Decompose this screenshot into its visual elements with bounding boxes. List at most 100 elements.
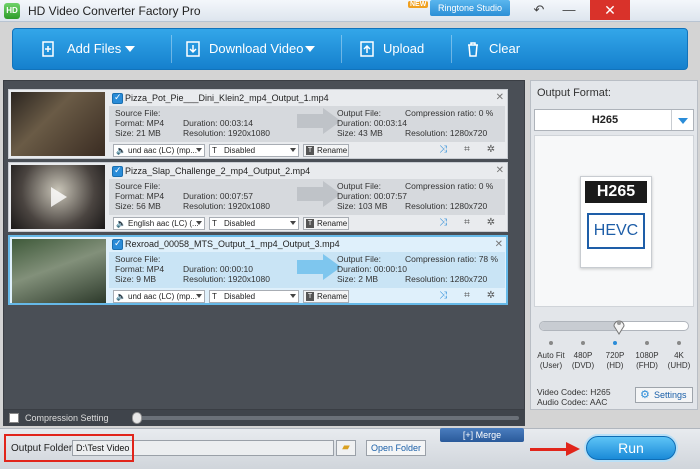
crop-icon[interactable]: ⌗ [461, 144, 473, 156]
hevc-format-icon[interactable]: H265 HEVC [580, 176, 652, 268]
download-icon [186, 41, 200, 57]
quality-option-label[interactable]: Auto Fit (User) [534, 351, 568, 371]
magic-wand-icon[interactable]: ✲ [485, 217, 497, 229]
task-checkbox[interactable] [112, 165, 123, 177]
settings-button[interactable]: ⚙ Settings [635, 387, 693, 403]
source-size: Size: 56 MB [115, 201, 161, 211]
compression-checkbox[interactable] [9, 413, 19, 423]
edit-effects-icon[interactable]: ⤨ [437, 290, 449, 302]
quality-tick[interactable] [549, 341, 553, 345]
quality-option-label[interactable]: 480P (DVD) [566, 351, 600, 371]
task-info-panel: Source File: Format: MP4 Duration: 00:00… [109, 252, 505, 288]
quality-tick[interactable] [645, 341, 649, 345]
upload-icon [360, 41, 374, 57]
speaker-icon: 🔈 [116, 219, 126, 228]
source-format: Format: MP4 [115, 191, 165, 201]
add-file-icon [42, 41, 54, 57]
compression-ratio: Compression ratio: 0 % [405, 181, 494, 191]
rename-button[interactable]: T Rename [303, 217, 349, 230]
edit-effects-icon[interactable]: ⤨ [437, 217, 449, 229]
output-size: Size: 103 MB [337, 201, 388, 211]
toolbar-divider [341, 35, 342, 63]
annotation-arrow-head [566, 442, 580, 456]
ringtone-studio-button[interactable]: Ringtone Studio [430, 0, 510, 16]
clear-button[interactable]: Clear [453, 29, 553, 69]
minimize-button[interactable]: — [556, 0, 582, 20]
quality-tick[interactable] [613, 341, 617, 345]
open-folder-button[interactable]: Open Folder [366, 440, 426, 456]
dropdown-arrow-icon [196, 294, 202, 298]
audio-track-select[interactable]: 🔈 und aac (LC) (mp... [113, 144, 205, 157]
subtitle-select[interactable]: T Disabled [209, 144, 299, 157]
task-checkbox[interactable] [112, 92, 123, 104]
add-files-dropdown-icon[interactable] [125, 46, 135, 52]
quality-option-label[interactable]: 1080P (FHD) [630, 351, 664, 371]
rename-button[interactable]: T Rename [303, 144, 349, 157]
video-thumbnail[interactable] [11, 165, 105, 229]
crop-icon[interactable]: ⌗ [461, 217, 473, 229]
quality-option-name: Auto Fit [537, 351, 565, 360]
output-format-value: H265 [591, 114, 619, 126]
subtitle-value: Disabled [224, 146, 256, 155]
quality-option-label[interactable]: 720P (HD) [598, 351, 632, 371]
video-thumbnail[interactable] [11, 92, 105, 156]
quality-tick[interactable] [581, 341, 585, 345]
dropdown-arrow-icon [290, 148, 296, 152]
task-item[interactable]: Rexroad_00058_MTS_Output_1_mp4_Output_3.… [8, 235, 508, 305]
quality-option-label[interactable]: 4K (UHD) [662, 351, 696, 371]
task-item[interactable]: Pizza_Slap_Challenge_2_mp4_Output_2.mp4 … [8, 162, 508, 232]
merge-button[interactable]: [+] Merge [440, 428, 524, 442]
output-file-name: Pizza_Pot_Pie___Dini_Klein2_mp4_Output_1… [125, 93, 329, 103]
quality-slider-knob[interactable] [612, 317, 626, 335]
video-codec: Video Codec: H265 [537, 387, 611, 397]
task-checkbox[interactable] [112, 238, 123, 250]
crop-icon[interactable]: ⌗ [461, 290, 473, 302]
source-label: Source File: [115, 254, 161, 264]
output-format-select[interactable]: H265 [534, 109, 694, 131]
dropdown-arrow-icon [290, 294, 296, 298]
quality-option-name: 720P [605, 351, 625, 360]
output-duration: Duration: 00:00:10 [337, 264, 407, 274]
output-file-name: Rexroad_00058_MTS_Output_1_mp4_Output_3.… [125, 239, 340, 249]
source-format: Format: MP4 [115, 118, 165, 128]
magic-wand-icon[interactable]: ✲ [485, 290, 497, 302]
undo-icon[interactable]: ↶ [526, 0, 552, 20]
format-preview[interactable]: H265 HEVC [534, 135, 694, 307]
video-thumbnail[interactable] [12, 239, 106, 303]
quality-option-name: 480P [573, 351, 593, 360]
chevron-down-icon[interactable] [671, 110, 693, 130]
audio-track-select[interactable]: 🔈 English aac (LC) (... [113, 217, 205, 230]
download-video-button[interactable]: Download Video [173, 29, 343, 69]
play-icon[interactable] [51, 187, 67, 207]
compression-slider-knob[interactable] [132, 412, 142, 424]
magic-wand-icon[interactable]: ✲ [485, 144, 497, 156]
subtitle-icon: T [212, 219, 217, 228]
close-button[interactable]: ✕ [590, 0, 630, 20]
folder-icon[interactable]: ▰ [336, 440, 356, 456]
compression-slider-track[interactable] [135, 416, 519, 420]
quality-option-desc: (DVD) [571, 361, 595, 370]
download-dropdown-icon[interactable] [305, 46, 315, 52]
edit-effects-icon[interactable]: ⤨ [437, 144, 449, 156]
remove-task-icon[interactable]: ✕ [495, 239, 503, 250]
app-title: HD Video Converter Factory Pro [28, 4, 201, 18]
upload-button[interactable]: Upload [343, 29, 453, 69]
remove-task-icon[interactable]: ✕ [496, 165, 504, 176]
run-button[interactable]: Run [586, 436, 676, 460]
source-resolution: Resolution: 1920x1080 [183, 274, 270, 284]
output-size: Size: 2 MB [337, 274, 379, 284]
task-item[interactable]: Pizza_Pot_Pie___Dini_Klein2_mp4_Output_1… [8, 89, 508, 159]
dropdown-arrow-icon [196, 148, 202, 152]
compression-bar: Compression Setting [3, 410, 525, 426]
rename-label: Rename [317, 146, 348, 155]
add-files-button[interactable]: Add Files [13, 29, 173, 69]
rename-button[interactable]: T Rename [303, 290, 349, 303]
remove-task-icon[interactable]: ✕ [496, 92, 504, 103]
audio-track-select[interactable]: 🔈 und aac (LC) (mp... [113, 290, 205, 303]
rename-label: Rename [317, 292, 348, 301]
subtitle-select[interactable]: T Disabled [209, 217, 299, 230]
output-duration: Duration: 00:03:14 [337, 118, 407, 128]
quality-tick[interactable] [677, 341, 681, 345]
subtitle-select[interactable]: T Disabled [209, 290, 299, 303]
task-list: Pizza_Pot_Pie___Dini_Klein2_mp4_Output_1… [3, 80, 525, 410]
